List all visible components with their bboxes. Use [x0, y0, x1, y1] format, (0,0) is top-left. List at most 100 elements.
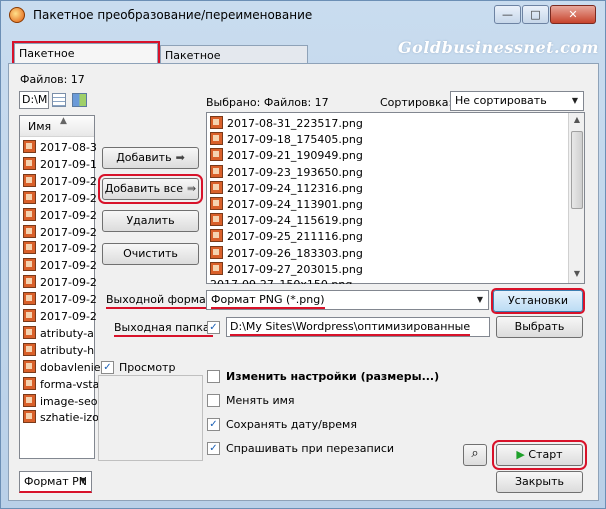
sort-label: Сортировка:	[380, 96, 453, 109]
image-file-icon	[210, 116, 223, 129]
output-folder-input[interactable]: D:\My Sites\Wordpress\оптимизированные	[226, 317, 490, 337]
file-name: 2017-09-24_113901.png	[227, 198, 363, 211]
clear-button[interactable]: Очистить	[102, 243, 199, 265]
details-view-icon[interactable]	[72, 93, 87, 107]
list-item[interactable]: dobavlenie	[23, 359, 101, 376]
list-item[interactable]: 2017-09-2	[23, 241, 97, 257]
list-item[interactable]: 2017-09-27_203015.png	[210, 261, 363, 278]
list-item[interactable]: 2017-09-2	[23, 224, 97, 241]
image-file-icon	[23, 140, 36, 153]
output-format-value: Формат PNG (*.png)	[211, 293, 325, 309]
list-item[interactable]: 2017-09-26_183303.png	[210, 245, 363, 262]
list-item[interactable]: 2017-09-2	[23, 190, 97, 207]
list-item[interactable]: 2017-09-2	[23, 258, 97, 274]
list-item[interactable]: szhatie-izo	[23, 410, 99, 426]
column-header-label: Имя	[28, 120, 52, 133]
list-item[interactable]: 2017-08-31_223517.png	[210, 116, 363, 132]
image-file-icon	[23, 275, 36, 289]
list-item[interactable]: 2017-09-24_113901.png	[210, 197, 363, 213]
keep-date-label: Сохранять дату/время	[226, 418, 357, 431]
browse-button[interactable]: Выбрать	[496, 316, 583, 338]
tab-batch-rename[interactable]: Пакетное переименование	[160, 45, 308, 81]
file-name: 2017-09-1	[40, 157, 97, 171]
scroll-down-icon[interactable]: ▼	[569, 269, 585, 278]
chevron-down-icon: ▼	[571, 96, 579, 105]
change-settings-checkbox[interactable]	[207, 370, 220, 383]
list-view-icon[interactable]	[52, 93, 66, 107]
list-item[interactable]: forma-vsta	[23, 376, 100, 393]
chevron-down-icon: ▼	[476, 295, 484, 304]
image-file-icon	[23, 292, 36, 306]
arrow-right-icon: ➡	[175, 151, 185, 164]
files-count-label: Файлов: 17	[20, 73, 85, 86]
remove-button[interactable]: Удалить	[102, 210, 199, 232]
list-item[interactable]: 2017-08-3	[23, 140, 97, 156]
source-file-list: Имя ▲ 2017-08-3 2017-09-1 2017-09-2 2017-09…	[19, 115, 101, 459]
list-item[interactable]: 2017-09-18_175405.png	[210, 132, 363, 148]
preview-checkbox[interactable]: ✓	[101, 361, 114, 374]
image-file-icon	[210, 261, 223, 275]
list-item[interactable]: 2017-09-1	[23, 156, 97, 173]
vertical-scrollbar[interactable]: ▲ ▼	[568, 113, 584, 283]
settings-button[interactable]: Установки	[491, 288, 585, 314]
list-item[interactable]: 2017-09-21_190949.png	[210, 148, 363, 164]
list-item[interactable]: 2017-09-2	[23, 275, 97, 291]
keep-date-checkbox[interactable]: ✓	[207, 418, 220, 431]
file-name: forma-vsta	[40, 377, 100, 391]
ask-overwrite-checkbox[interactable]: ✓	[207, 442, 220, 455]
output-folder-checkbox[interactable]: ✓	[207, 321, 220, 334]
add-button-label: Добавить	[116, 151, 172, 164]
format-filter-select[interactable]: Формат PN ▼	[19, 471, 92, 493]
rename-checkbox[interactable]	[207, 394, 220, 407]
list-item[interactable]: 2017-09-25_211116.png	[210, 229, 363, 245]
preview-magnifier-icon[interactable]: ⌕	[463, 444, 487, 466]
close-window-button[interactable]: ✕	[550, 5, 596, 24]
add-button[interactable]: Добавить ➡	[102, 147, 199, 169]
image-file-icon	[23, 190, 36, 204]
minimize-button[interactable]: —	[494, 5, 521, 24]
image-file-icon	[210, 148, 223, 162]
maximize-button[interactable]: □	[522, 5, 549, 24]
scroll-up-icon[interactable]: ▲	[569, 115, 585, 124]
file-name: 2017-08-31_223517.png	[227, 117, 363, 130]
image-file-icon	[210, 229, 223, 243]
list-item[interactable]: 2017-09-2	[23, 173, 97, 190]
file-name: 2017-09-2	[40, 208, 97, 222]
file-name: dobavlenie	[40, 360, 101, 374]
add-all-button[interactable]: Добавить все ⇛	[98, 174, 203, 204]
list-item[interactable]: 2017-09-23_193650.png	[210, 164, 363, 181]
list-item[interactable]: atributy-h	[23, 342, 94, 359]
list-item[interactable]: 2017-09-2	[23, 207, 97, 224]
list-item[interactable]: 2017-09-2	[23, 309, 97, 325]
image-file-icon	[210, 132, 223, 146]
scrollbar-thumb[interactable]	[571, 131, 583, 209]
preview-area	[98, 375, 203, 461]
file-name: 2017-09-2	[40, 276, 97, 290]
drive-selector[interactable]: D:\M	[19, 91, 49, 109]
image-file-icon	[23, 156, 36, 170]
list-item[interactable]: 2017-09-24_115619.png	[210, 213, 363, 229]
image-file-icon	[23, 241, 36, 255]
file-name: 2017-09-2	[40, 191, 97, 205]
image-file-icon	[210, 245, 223, 259]
image-file-icon	[210, 197, 223, 210]
name-column-header[interactable]: Имя ▲	[20, 116, 94, 137]
sort-select-value: Не сортировать	[455, 94, 547, 107]
list-item[interactable]: image-seo	[23, 393, 98, 410]
tab-batch-convert[interactable]: Пакетное преобразование	[12, 41, 160, 79]
close-button[interactable]: Закрыть	[496, 471, 583, 493]
ask-overwrite-label: Спрашивать при перезаписи	[226, 442, 395, 455]
list-item[interactable]: 2017-09-24_112316.png	[210, 180, 363, 197]
image-file-icon	[23, 309, 36, 322]
app-icon	[9, 7, 25, 23]
title-bar: Пакетное преобразование/переименование —…	[1, 1, 605, 29]
start-button[interactable]: ▶ Старт	[492, 440, 587, 470]
sort-select[interactable]: Не сортировать ▼	[450, 91, 584, 111]
image-file-icon	[23, 224, 36, 238]
file-name: image-seo	[40, 394, 98, 408]
output-format-label: Выходной формат:	[106, 293, 216, 309]
output-format-select[interactable]: Формат PNG (*.png) ▼	[206, 290, 489, 310]
list-item[interactable]: 2017-09-2	[23, 292, 97, 308]
list-item[interactable]: atributy-a	[23, 325, 94, 342]
list-item-partial[interactable]: 2017-09-27_150x150.png	[210, 278, 352, 284]
